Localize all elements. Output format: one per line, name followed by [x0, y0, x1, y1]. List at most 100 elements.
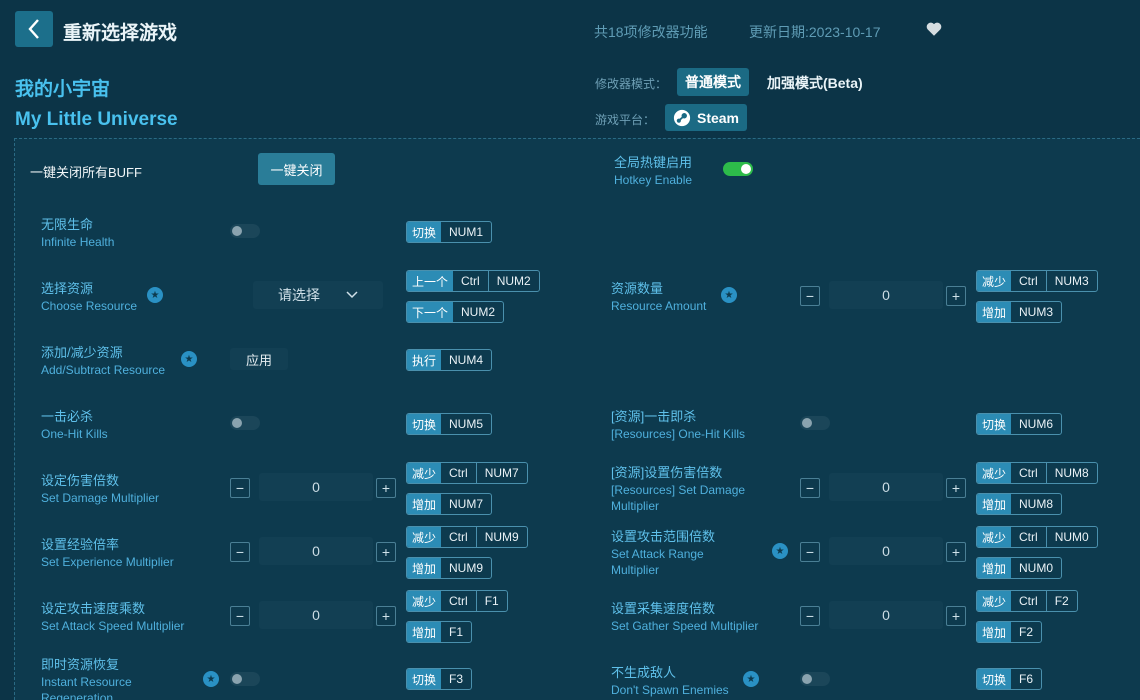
hotkey-key: F1 — [475, 591, 507, 611]
hotkey-key: NUM3 — [1019, 305, 1054, 319]
hotkey-key: NUM8 — [1019, 497, 1054, 511]
damage-mult-decrease-hotkey[interactable]: 减少 Ctrl NUM7 — [406, 462, 528, 484]
attack-speed-plus-button[interactable]: + — [376, 606, 396, 626]
res-damage-mult-plus-button[interactable]: + — [946, 478, 966, 498]
attack-speed-minus-button[interactable]: − — [230, 606, 250, 626]
res-one-hit-hotkey[interactable]: 切换 NUM6 — [976, 413, 1063, 435]
game-name-en: My Little Universe — [15, 109, 178, 130]
no-spawn-hotkey[interactable]: 切换 F6 — [976, 668, 1043, 690]
star-icon: ★ — [721, 287, 737, 303]
apply-button[interactable]: 应用 — [230, 348, 288, 370]
gather-speed-minus-button[interactable]: − — [800, 606, 820, 626]
exp-mult-decrease-hotkey[interactable]: 减少 Ctrl NUM9 — [406, 526, 528, 548]
hotkey-key: F2 — [1045, 591, 1077, 611]
res-one-hit-toggle[interactable] — [800, 416, 830, 430]
res-damage-mult-input[interactable]: 0 — [829, 473, 943, 501]
resource-amount-decrease-hotkey[interactable]: 减少 Ctrl NUM3 — [976, 270, 1098, 292]
resource-amount-minus-button[interactable]: − — [800, 286, 820, 306]
res-damage-mult-en-line2: Multiplier — [611, 499, 660, 513]
game-name-cn: 我的小宇宙 — [15, 79, 111, 100]
hotkey-key: NUM6 — [1019, 417, 1054, 431]
damage-mult-input[interactable]: 0 — [259, 473, 373, 501]
attack-speed-decrease-hotkey[interactable]: 减少 Ctrl F1 — [406, 590, 508, 612]
attack-range-increase-hotkey[interactable]: 增加 NUM0 — [976, 557, 1063, 579]
attack-range-decrease-hotkey[interactable]: 减少 Ctrl NUM0 — [976, 526, 1098, 548]
infinite-health-hotkey[interactable]: 切换 NUM1 — [406, 221, 493, 243]
hotkey-key: NUM2 — [461, 305, 496, 319]
hotkey-tag: 增加 — [407, 622, 442, 642]
gather-speed-input[interactable]: 0 — [829, 601, 943, 629]
attack-speed-increase-hotkey[interactable]: 增加 F1 — [406, 621, 473, 643]
hotkey-key: NUM5 — [449, 417, 484, 431]
attack-range-en-line2: Multiplier — [611, 563, 660, 577]
hotkey-enable-en: Hotkey Enable — [614, 173, 693, 187]
resource-amount-increase-hotkey[interactable]: 增加 NUM3 — [976, 301, 1063, 323]
gather-speed-decrease-hotkey[interactable]: 减少 Ctrl F2 — [976, 590, 1078, 612]
damage-mult-plus-button[interactable]: + — [376, 478, 396, 498]
instant-regen-toggle[interactable] — [230, 672, 260, 686]
hotkey-key: NUM7 — [475, 463, 527, 483]
attack-speed-en: Set Attack Speed Multiplier — [41, 619, 185, 633]
star-icon: ★ — [203, 671, 219, 687]
gather-speed-increase-hotkey[interactable]: 增加 F2 — [976, 621, 1043, 643]
choose-resource-next-hotkey[interactable]: 下一个 NUM2 — [406, 301, 505, 323]
one-hit-hotkey[interactable]: 切换 NUM5 — [406, 413, 493, 435]
hotkey-tag: 增加 — [407, 558, 442, 578]
resource-select[interactable]: 请选择 — [253, 281, 383, 309]
heart-icon[interactable] — [925, 20, 943, 38]
attack-range-minus-button[interactable]: − — [800, 542, 820, 562]
res-damage-mult-minus-button[interactable]: − — [800, 478, 820, 498]
hotkey-key: F2 — [1019, 625, 1034, 639]
exp-mult-minus-button[interactable]: − — [230, 542, 250, 562]
resource-amount-plus-button[interactable]: + — [946, 286, 966, 306]
hotkey-tag: 减少 — [407, 463, 442, 483]
hotkey-tag: 增加 — [977, 302, 1012, 322]
hotkey-tag: 增加 — [977, 558, 1012, 578]
hotkey-tag: 下一个 — [407, 302, 454, 322]
star-icon: ★ — [147, 287, 163, 303]
res-damage-mult-decrease-hotkey[interactable]: 减少 Ctrl NUM8 — [976, 462, 1098, 484]
attack-range-input[interactable]: 0 — [829, 537, 943, 565]
attack-range-plus-button[interactable]: + — [946, 542, 966, 562]
res-one-hit-cn: [资源]一击即杀 — [611, 409, 697, 424]
steam-platform-button[interactable]: Steam — [665, 104, 747, 131]
instant-regen-hotkey[interactable]: 切换 F3 — [406, 668, 473, 690]
hotkey-key: Ctrl — [1019, 466, 1038, 480]
steam-label: Steam — [696, 109, 740, 126]
chevron-down-icon — [346, 291, 358, 299]
damage-mult-increase-hotkey[interactable]: 增加 NUM7 — [406, 493, 493, 515]
hotkey-key: NUM0 — [1019, 561, 1054, 575]
infinite-health-en: Infinite Health — [41, 235, 115, 249]
no-spawn-en: Don't Spawn Enemies — [611, 683, 729, 697]
hotkey-tag: 减少 — [977, 527, 1012, 547]
damage-mult-minus-button[interactable]: − — [230, 478, 250, 498]
hotkey-key: NUM1 — [449, 225, 484, 239]
choose-resource-prev-hotkey[interactable]: 上一个 Ctrl NUM2 — [406, 270, 540, 292]
one-hit-toggle[interactable] — [230, 416, 260, 430]
gather-speed-plus-button[interactable]: + — [946, 606, 966, 626]
exp-mult-plus-button[interactable]: + — [376, 542, 396, 562]
hotkey-tag: 切换 — [407, 414, 442, 434]
one-hit-en: One-Hit Kills — [41, 427, 108, 441]
back-button[interactable] — [15, 11, 53, 47]
infinite-health-toggle[interactable] — [230, 224, 260, 238]
attack-speed-input[interactable]: 0 — [259, 601, 373, 629]
hotkey-tag: 减少 — [977, 271, 1012, 291]
exp-mult-en: Set Experience Multiplier — [41, 555, 174, 569]
resource-amount-input[interactable]: 0 — [829, 281, 943, 309]
hotkey-key: Ctrl — [1019, 530, 1038, 544]
exp-mult-input[interactable]: 0 — [259, 537, 373, 565]
gather-speed-en: Set Gather Speed Multiplier — [611, 619, 759, 633]
mode-beta-button[interactable]: 加强模式(Beta) — [767, 73, 863, 93]
hotkey-enable-toggle[interactable] — [723, 162, 753, 176]
no-spawn-toggle[interactable] — [800, 672, 830, 686]
close-all-button[interactable]: 一键关闭 — [258, 153, 335, 185]
res-damage-mult-increase-hotkey[interactable]: 增加 NUM8 — [976, 493, 1063, 515]
hotkey-tag: 执行 — [407, 350, 442, 370]
mode-normal-button[interactable]: 普通模式 — [677, 68, 749, 96]
hotkey-key: NUM9 — [475, 527, 527, 547]
hotkey-tag: 减少 — [977, 463, 1012, 483]
hotkey-tag: 切换 — [407, 222, 442, 242]
exp-mult-increase-hotkey[interactable]: 增加 NUM9 — [406, 557, 493, 579]
add-sub-resource-hotkey[interactable]: 执行 NUM4 — [406, 349, 493, 371]
